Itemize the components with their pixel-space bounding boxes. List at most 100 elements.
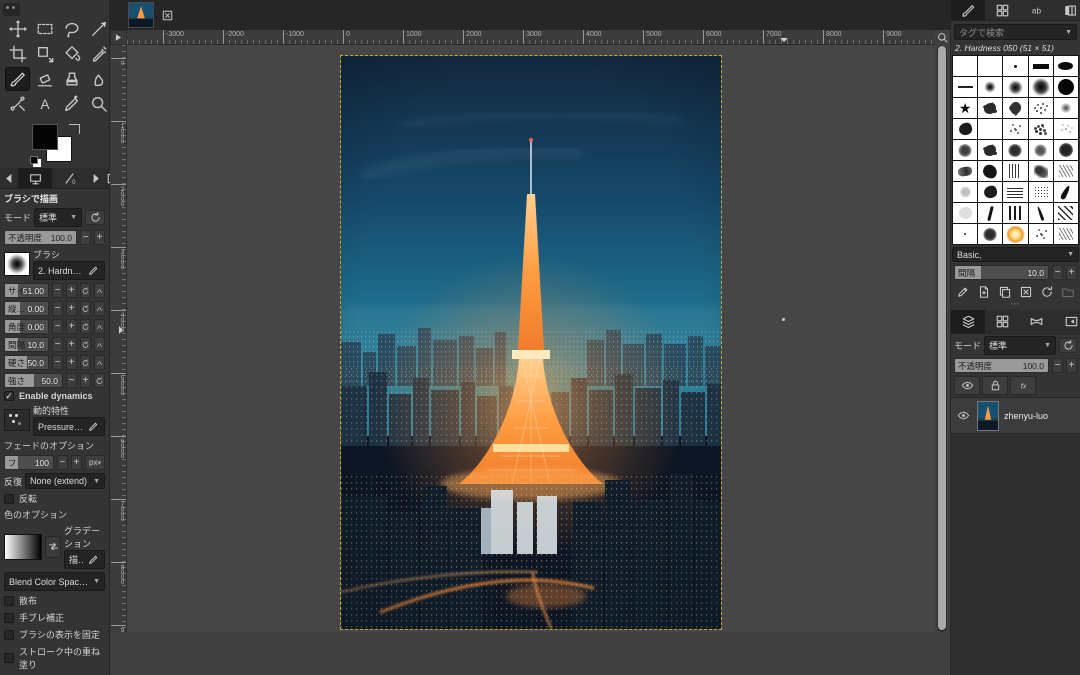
opacity-slider[interactable]: 不透明度 100.0	[4, 230, 77, 245]
brush-cell-splat[interactable]	[978, 98, 1002, 118]
brush-cell-spray[interactable]	[1054, 119, 1078, 139]
next-tab-button[interactable]	[86, 168, 104, 188]
enable-dynamics-checkbox[interactable]: ✓ Enable dynamics	[4, 391, 105, 401]
brush-cell-feather[interactable]	[1054, 182, 1078, 202]
horizontal-ruler[interactable]: -3000-2000-10000100020003000400050006000…	[127, 30, 935, 45]
lock-alpha-button[interactable]: fx	[1010, 376, 1036, 395]
move-tool[interactable]	[5, 17, 30, 41]
brush-cell-quill[interactable]	[1029, 203, 1053, 223]
layer-opacity-slider[interactable]: 不透明度 100.0	[954, 358, 1049, 373]
unified-transform-tool[interactable]	[32, 42, 57, 66]
open-brush-location-button[interactable]	[1058, 284, 1077, 300]
opacity-increase-button[interactable]: +	[94, 230, 105, 245]
brush-cell-hline[interactable]	[953, 77, 977, 97]
fade-length-slider[interactable]: フ 100	[4, 455, 54, 470]
brush-cell-soft-m[interactable]	[1003, 77, 1027, 97]
brush-select[interactable]: 2. Hardness 050	[33, 261, 105, 280]
image-menu-button[interactable]	[110, 30, 127, 45]
aspect-ratio-pressure-curve-button[interactable]	[94, 301, 105, 316]
brush-cell-vtex[interactable]	[1003, 161, 1027, 181]
vertical-scrollbar[interactable]	[937, 45, 947, 632]
close-tab-icon[interactable]	[160, 8, 174, 22]
aspect-ratio-increase-button[interactable]: +	[66, 301, 77, 316]
tab-tool-options[interactable]	[18, 168, 52, 188]
brush-cell-chalk4[interactable]	[1054, 140, 1078, 160]
jitter-checkbox[interactable]: 散布	[4, 594, 105, 607]
hardness-pressure-curve-button[interactable]	[94, 355, 105, 370]
force-decrease-button[interactable]: −	[66, 373, 77, 388]
brush-search-input[interactable]: タグで検索▼	[954, 24, 1077, 40]
gradient-select[interactable]: 描画色から	[64, 550, 105, 569]
brush-cell-soft-l[interactable]	[1029, 77, 1053, 97]
paintbrush-tool[interactable]	[5, 67, 30, 91]
brush-cell-blank[interactable]	[978, 119, 1002, 139]
delete-brush-button[interactable]	[1016, 284, 1035, 300]
free-select-tool[interactable]	[59, 17, 84, 41]
lock-brush-to-view-checkbox[interactable]: ブラシの表示を固定	[4, 628, 105, 641]
brush-cell-grunge[interactable]	[1029, 161, 1053, 181]
angle-decrease-button[interactable]: −	[52, 319, 63, 334]
brush-cell-scatter[interactable]	[1029, 98, 1053, 118]
hardness-slider[interactable]: 硬さ50.0	[4, 355, 49, 370]
brush-cell-chalk3[interactable]	[1029, 140, 1053, 160]
spacing-decrease-button[interactable]: −	[1052, 265, 1063, 280]
spacing-increase-button[interactable]: +	[1066, 265, 1077, 280]
tab-layers[interactable]	[951, 310, 985, 333]
brush-cell-sketch[interactable]	[1054, 224, 1078, 244]
brush-cell-smear[interactable]	[953, 161, 977, 181]
fade-unit-select[interactable]: px▾	[85, 455, 105, 470]
flip-gradient-button[interactable]	[45, 536, 61, 558]
brush-cell-vstrokes[interactable]	[1003, 203, 1027, 223]
clone-tool[interactable]	[59, 67, 84, 91]
lock-visibility-button[interactable]	[954, 376, 980, 395]
angle-increase-button[interactable]: +	[66, 319, 77, 334]
spacing-increase-button[interactable]: +	[66, 337, 77, 352]
layer-name[interactable]: zhenyu-luo	[1004, 411, 1048, 421]
brush-cell-wisp[interactable]	[953, 182, 977, 202]
brush-cell-splat2[interactable]	[1003, 98, 1027, 118]
brush-cell-dot2[interactable]	[953, 224, 977, 244]
tab-patterns[interactable]	[985, 0, 1019, 20]
swap-colors-icon[interactable]	[69, 124, 80, 134]
brush-cell-faint[interactable]	[953, 203, 977, 223]
brush-cell-chalk2[interactable]	[1003, 140, 1027, 160]
tab-paths[interactable]	[1019, 310, 1053, 333]
brush-cell-specks[interactable]	[1003, 119, 1027, 139]
layer-row[interactable]: zhenyu-luo	[951, 398, 1080, 434]
brush-cell-cluster[interactable]	[1029, 119, 1053, 139]
aspect-ratio-decrease-button[interactable]: −	[52, 301, 63, 316]
brush-cell-soft-s[interactable]	[978, 77, 1002, 97]
fade-increase-button[interactable]: +	[71, 455, 82, 470]
tab-device-status[interactable]: 0	[52, 168, 86, 188]
gradient-preview[interactable]	[4, 534, 42, 560]
new-brush-button[interactable]	[975, 284, 994, 300]
tab-gradients[interactable]	[1053, 0, 1080, 20]
angle-reset-button[interactable]	[80, 319, 91, 334]
tab-brushes[interactable]	[951, 0, 985, 20]
tab-channels[interactable]	[985, 310, 1019, 333]
layer-thumbnail[interactable]	[977, 401, 999, 431]
color-picker-tool[interactable]	[59, 92, 84, 116]
dynamics-preview[interactable]	[4, 409, 30, 431]
fade-decrease-button[interactable]: −	[57, 455, 68, 470]
brush-group-select[interactable]: Basic,▼	[952, 247, 1079, 262]
brush-cell-tlines[interactable]	[1003, 182, 1027, 202]
zoom-image-icon[interactable]	[935, 31, 949, 44]
repeat-select[interactable]: None (extend)▼	[25, 473, 105, 489]
lock-pixels-button[interactable]	[982, 376, 1008, 395]
duplicate-brush-button[interactable]	[996, 284, 1015, 300]
size-increase-button[interactable]: +	[66, 283, 77, 298]
default-colors-icon[interactable]	[30, 156, 38, 164]
layer-opacity-increase-button[interactable]: +	[1066, 358, 1077, 373]
brush-cell-chalk[interactable]	[953, 140, 977, 160]
incremental-checkbox[interactable]: ストローク中の重ね塗り	[4, 645, 105, 671]
bucket-fill-tool[interactable]	[59, 42, 84, 66]
brush-cell-grain[interactable]	[1029, 182, 1053, 202]
mode-switch-button[interactable]	[85, 210, 105, 225]
text-tool[interactable]: A	[32, 92, 57, 116]
brush-cell-blot[interactable]	[978, 182, 1002, 202]
edit-gradient-icon[interactable]	[87, 553, 100, 566]
hardness-increase-button[interactable]: +	[66, 355, 77, 370]
brush-spacing-slider[interactable]: 間隔 10.0	[954, 265, 1049, 280]
aspect-ratio-slider[interactable]: 縦横比0.00	[4, 301, 49, 316]
